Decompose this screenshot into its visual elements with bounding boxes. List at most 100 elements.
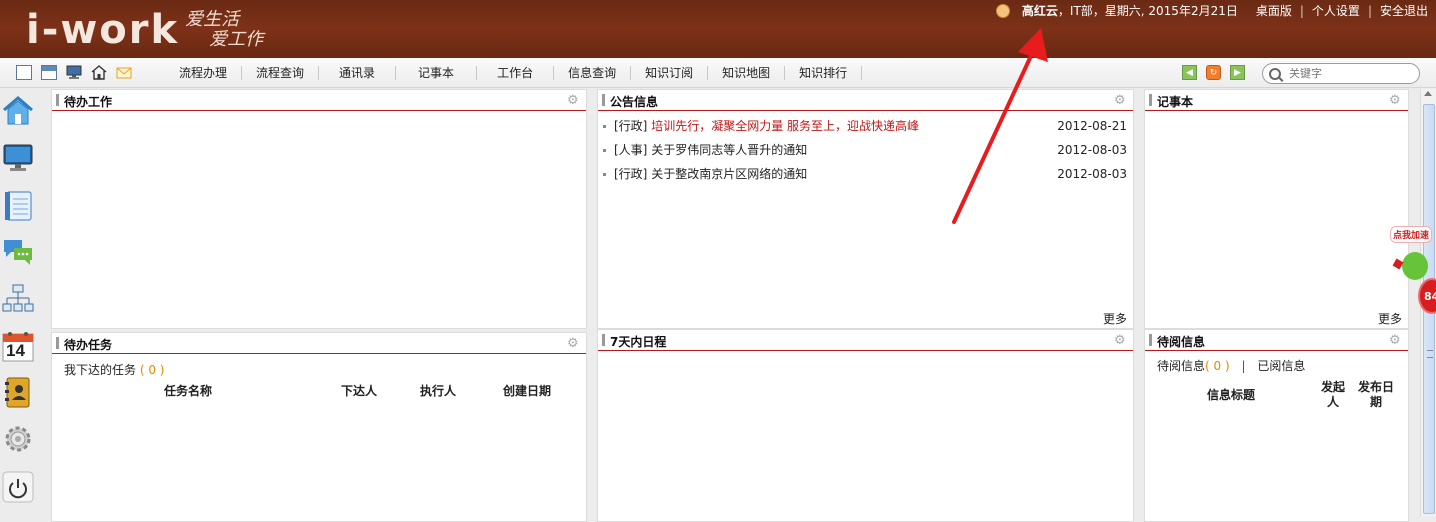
notice-panel: 公告信息 ⚙ [行政] 培训先行，凝聚全网力量 服务至上，迎战快递高峰 2012… — [597, 89, 1134, 329]
app-header: i-work 爱生活 爱工作 高红云 ，IT部，星期六, 2015年2月21日 … — [0, 0, 1436, 58]
column-header-task-name: 任务名称 — [164, 384, 213, 398]
power-icon[interactable] — [2, 471, 34, 503]
more-link[interactable]: 更多 — [1103, 310, 1127, 327]
notice-title[interactable]: 关于整改南京片区网络的通知 — [651, 167, 807, 181]
slogan-line-1: 爱生活 — [185, 9, 240, 30]
user-name: 高红云 — [1021, 4, 1058, 18]
notebook-icon[interactable] — [2, 190, 34, 222]
toolbar: 流程办理 流程查询 通讯录 记事本 工作台 信息查询 知识订阅 知识地图 知识排… — [0, 58, 1436, 88]
gear-icon[interactable]: ⚙ — [567, 337, 580, 350]
table-header: 任务名称 下达人 执行人 创建日期 — [52, 378, 586, 400]
notice-tag: [行政] — [614, 167, 648, 181]
column-header-executor: 执行人 — [420, 384, 457, 398]
notice-tag: [人事] — [614, 143, 648, 157]
scroll-up-icon[interactable] — [1424, 91, 1432, 96]
left-sidebar: 14 — [0, 89, 36, 516]
notice-date: 2012-08-21 — [1057, 119, 1127, 133]
monitor-icon[interactable] — [2, 142, 34, 174]
panel-header: 待阅信息 ⚙ — [1145, 330, 1408, 351]
gear-icon[interactable]: ⚙ — [1114, 94, 1127, 107]
panel-title: 待阅信息 — [1157, 335, 1206, 349]
main-menu: 流程办理 流程查询 通讯录 记事本 工作台 信息查询 知识订阅 知识地图 知识排… — [165, 58, 863, 88]
monitor-icon[interactable] — [66, 65, 82, 80]
notice-title[interactable]: 培训先行，凝聚全网力量 服务至上，迎战快递高峰 — [651, 119, 919, 133]
search-box — [1262, 63, 1420, 84]
nav-buttons: ◀ ↻ ▶ — [1182, 65, 1245, 80]
panel-header: 待办工作 ⚙ — [52, 90, 586, 111]
notebook-panel: 记事本 ⚙ 更多 — [1144, 89, 1409, 329]
gear-icon[interactable]: ⚙ — [567, 94, 580, 107]
menu-item-process-handling[interactable]: 流程办理 — [165, 66, 243, 80]
divider: | — [1367, 3, 1372, 18]
column-header-assigner: 下达人 — [341, 384, 378, 398]
gear-icon[interactable]: ⚙ — [1389, 334, 1402, 347]
contacts-icon[interactable] — [2, 376, 34, 408]
calendar-icon[interactable]: 14 — [2, 330, 34, 362]
panel-title: 待办任务 — [64, 338, 113, 352]
unread-count: ( 0 ) — [1205, 359, 1230, 373]
speed-value-badge[interactable]: 84 — [1418, 278, 1436, 314]
panel-header: 7天内日程 ⚙ — [598, 330, 1133, 351]
menu-item-process-query[interactable]: 流程查询 — [242, 66, 320, 80]
notice-date: 2012-08-03 — [1057, 143, 1127, 157]
panel-header: 待办任务 ⚙ — [52, 333, 586, 354]
table-header: 信息标题 发起人 发布日期 — [1145, 374, 1408, 409]
divider: | — [1299, 3, 1304, 18]
menu-item-workbench[interactable]: 工作台 — [477, 66, 555, 80]
notice-date: 2012-08-03 — [1057, 167, 1127, 181]
gear-icon[interactable]: ⚙ — [1389, 94, 1402, 107]
menu-item-knowledge-map[interactable]: 知识地图 — [708, 66, 786, 80]
home-icon[interactable] — [91, 65, 107, 80]
org-chart-icon[interactable] — [2, 283, 34, 315]
schedule-panel: 7天内日程 ⚙ — [597, 329, 1134, 522]
user-icon — [995, 3, 1010, 18]
to-read-panel: 待阅信息 ⚙ 待阅信息( 0 ) | 已阅信息 信息标题 发起人 发布日期 — [1144, 329, 1409, 522]
menu-item-address-book[interactable]: 通讯录 — [319, 66, 397, 80]
divider: | — [1241, 359, 1246, 373]
menu-item-knowledge-subscribe[interactable]: 知识订阅 — [631, 66, 709, 80]
layout-icon[interactable] — [41, 65, 57, 80]
panel-title: 7天内日程 — [610, 335, 667, 349]
back-arrow-icon[interactable]: ◀ — [1182, 65, 1197, 80]
mail-icon[interactable] — [116, 65, 132, 80]
column-header-info-title: 信息标题 — [1207, 388, 1256, 402]
notice-tag: [行政] — [614, 119, 648, 133]
toolbar-icons — [16, 65, 132, 80]
search-input[interactable] — [1289, 67, 1409, 80]
todo-tasks-panel: 待办任务 ⚙ 我下达的任务 ( 0 ) 任务名称 下达人 执行人 创建日期 — [51, 332, 587, 522]
logout-link[interactable]: 安全退出 — [1380, 2, 1428, 19]
settings-icon[interactable] — [2, 423, 34, 455]
user-bar: 高红云 ，IT部，星期六, 2015年2月21日 桌面版 | 个人设置 | 安全… — [995, 2, 1428, 19]
notice-item[interactable]: [行政] 关于整改南京片区网络的通知 2012-08-03 — [598, 162, 1133, 186]
assigned-tasks-row: 我下达的任务 ( 0 ) — [52, 354, 586, 378]
todo-work-panel: 待办工作 ⚙ — [51, 89, 587, 329]
desktop-version-link[interactable]: 桌面版 — [1256, 2, 1292, 19]
tab-read[interactable]: 已阅信息 — [1257, 359, 1305, 373]
search-icon[interactable] — [1269, 67, 1281, 80]
mascot-icon[interactable] — [1402, 252, 1428, 280]
notice-list: [行政] 培训先行，凝聚全网力量 服务至上，迎战快递高峰 2012-08-21 … — [598, 114, 1133, 186]
personal-settings-link[interactable]: 个人设置 — [1312, 2, 1360, 19]
refresh-icon[interactable]: ↻ — [1206, 65, 1221, 80]
assigned-tasks-label[interactable]: 我下达的任务 — [64, 363, 136, 377]
home-icon[interactable] — [2, 95, 34, 127]
notice-title[interactable]: 关于罗伟同志等人晋升的通知 — [651, 143, 807, 157]
logo-text: i-work — [26, 7, 180, 53]
assigned-tasks-count: ( 0 ) — [139, 363, 165, 377]
panel-title: 公告信息 — [610, 95, 659, 109]
chat-icon[interactable] — [2, 236, 34, 268]
forward-arrow-icon[interactable]: ▶ — [1230, 65, 1245, 80]
tab-unread[interactable]: 待阅信息 — [1157, 359, 1205, 373]
menu-item-notebook[interactable]: 记事本 — [396, 66, 478, 80]
speed-up-widget[interactable]: 点我加速 84 — [1390, 222, 1436, 322]
menu-item-knowledge-rank[interactable]: 知识排行 — [785, 66, 863, 80]
speed-up-label[interactable]: 点我加速 — [1390, 226, 1433, 243]
panel-title: 待办工作 — [64, 95, 113, 109]
notice-item[interactable]: [行政] 培训先行，凝聚全网力量 服务至上，迎战快递高峰 2012-08-21 — [598, 114, 1133, 138]
logo-slogan: 爱生活 爱工作 — [185, 10, 263, 50]
menu-item-info-query[interactable]: 信息查询 — [554, 66, 632, 80]
gear-icon[interactable]: ⚙ — [1114, 334, 1127, 347]
notice-item[interactable]: [人事] 关于罗伟同志等人晋升的通知 2012-08-03 — [598, 138, 1133, 162]
read-tabs: 待阅信息( 0 ) | 已阅信息 — [1145, 351, 1408, 374]
window-icon[interactable] — [16, 65, 32, 80]
